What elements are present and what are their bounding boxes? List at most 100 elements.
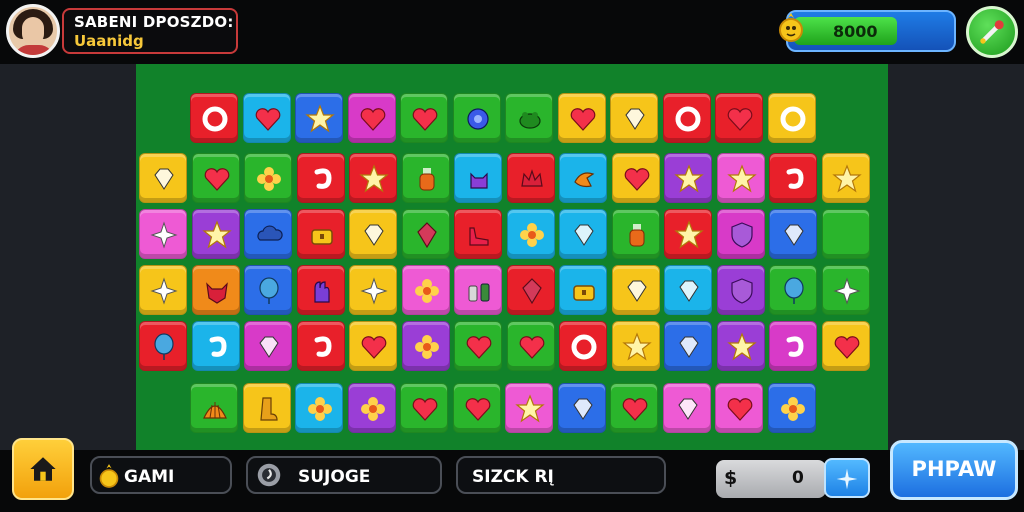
tile-flower[interactable] bbox=[348, 383, 396, 433]
tile-flower[interactable] bbox=[507, 209, 555, 259]
tile-flower[interactable] bbox=[402, 265, 450, 315]
tile-heart[interactable] bbox=[348, 93, 396, 143]
tile-sparkle[interactable] bbox=[139, 209, 187, 259]
tile-gem[interactable] bbox=[664, 265, 712, 315]
tile-heart[interactable] bbox=[454, 321, 502, 371]
tile-star[interactable] bbox=[505, 383, 553, 433]
tile-heart[interactable] bbox=[453, 383, 501, 433]
hook-icon bbox=[314, 336, 332, 357]
heart-icon bbox=[412, 108, 438, 131]
tile-heart[interactable] bbox=[349, 321, 397, 371]
tile-crystal[interactable] bbox=[402, 209, 450, 259]
tile-gem[interactable] bbox=[663, 383, 711, 433]
tile-hook[interactable] bbox=[297, 153, 345, 203]
tile-crystal[interactable] bbox=[507, 265, 555, 315]
tile-cloud[interactable] bbox=[244, 209, 292, 259]
tile-flower[interactable] bbox=[295, 383, 343, 433]
star-icon bbox=[674, 220, 704, 249]
tile-bottles[interactable] bbox=[454, 265, 502, 315]
tile-star[interactable] bbox=[664, 209, 712, 259]
tile-heart[interactable] bbox=[558, 93, 606, 143]
star-icon bbox=[832, 164, 862, 193]
player-name-box[interactable]: SABENI DPOSZDO: Uaanidg bbox=[62, 8, 238, 54]
tile-blank[interactable] bbox=[822, 209, 870, 259]
game-pill[interactable]: GAMI bbox=[90, 456, 232, 494]
tile-gem[interactable] bbox=[664, 321, 712, 371]
score-pill[interactable]: SUJOGE bbox=[246, 456, 442, 494]
settings-button[interactable] bbox=[966, 6, 1018, 58]
tile-shell[interactable] bbox=[190, 383, 238, 433]
hook-icon bbox=[786, 336, 804, 357]
tile-gem[interactable] bbox=[612, 265, 660, 315]
tile-chest[interactable] bbox=[559, 265, 607, 315]
tile-heart[interactable] bbox=[715, 383, 763, 433]
tile-gem[interactable] bbox=[244, 321, 292, 371]
tile-heart[interactable] bbox=[243, 93, 291, 143]
tile-shoe[interactable] bbox=[454, 209, 502, 259]
tile-balloon[interactable] bbox=[244, 265, 292, 315]
tile-star[interactable] bbox=[349, 153, 397, 203]
tile-fox[interactable] bbox=[192, 265, 240, 315]
tile-bottle[interactable] bbox=[402, 153, 450, 203]
tile-frog[interactable] bbox=[505, 93, 553, 143]
tile-sparkle[interactable] bbox=[139, 265, 187, 315]
tile-star[interactable] bbox=[295, 93, 343, 143]
tile-boot[interactable] bbox=[243, 383, 291, 433]
tile-crown[interactable] bbox=[507, 153, 555, 203]
tile-star[interactable] bbox=[612, 321, 660, 371]
player-avatar[interactable] bbox=[6, 4, 60, 58]
tile-gem[interactable] bbox=[769, 209, 817, 259]
tile-gem[interactable] bbox=[610, 93, 658, 143]
tile-chest[interactable] bbox=[297, 209, 345, 259]
tile-balloon[interactable] bbox=[139, 321, 187, 371]
tile-sparkle[interactable] bbox=[349, 265, 397, 315]
tile-bottle[interactable] bbox=[612, 209, 660, 259]
tile-heart[interactable] bbox=[610, 383, 658, 433]
stack-pill[interactable]: SIZCK RĮ bbox=[456, 456, 666, 494]
tile-gem[interactable] bbox=[559, 209, 607, 259]
tile-star[interactable] bbox=[192, 209, 240, 259]
heart-icon bbox=[727, 108, 753, 131]
tile-heart[interactable] bbox=[715, 93, 763, 143]
heart-icon bbox=[466, 336, 492, 359]
tile-cat[interactable] bbox=[454, 153, 502, 203]
bottles-icon bbox=[468, 283, 490, 302]
tile-gem[interactable] bbox=[558, 383, 606, 433]
tile-hook[interactable] bbox=[192, 321, 240, 371]
add-money-button[interactable] bbox=[824, 458, 870, 498]
tile-star[interactable] bbox=[717, 321, 765, 371]
tile-ring[interactable] bbox=[559, 321, 607, 371]
tile-flower[interactable] bbox=[244, 153, 292, 203]
tile-shield[interactable] bbox=[717, 265, 765, 315]
tile-hook[interactable] bbox=[297, 321, 345, 371]
tile-glove[interactable] bbox=[297, 265, 345, 315]
tile-heart[interactable] bbox=[507, 321, 555, 371]
home-button[interactable] bbox=[12, 438, 74, 500]
tile-star[interactable] bbox=[717, 153, 765, 203]
tile-heart[interactable] bbox=[822, 321, 870, 371]
tile-heart[interactable] bbox=[612, 153, 660, 203]
tile-flower[interactable] bbox=[402, 321, 450, 371]
tile-star[interactable] bbox=[822, 153, 870, 203]
tile-gem[interactable] bbox=[349, 209, 397, 259]
tile-bird[interactable] bbox=[559, 153, 607, 203]
tile-heart[interactable] bbox=[192, 153, 240, 203]
tile-heart[interactable] bbox=[400, 383, 448, 433]
action-button[interactable]: PHPAW bbox=[890, 440, 1018, 500]
tile-hook[interactable] bbox=[769, 153, 817, 203]
gem-icon bbox=[679, 336, 699, 358]
tile-ring[interactable] bbox=[768, 93, 816, 143]
tile-hook[interactable] bbox=[769, 321, 817, 371]
tile-balloon[interactable] bbox=[769, 265, 817, 315]
star-icon bbox=[515, 394, 545, 423]
tile-flower[interactable] bbox=[768, 383, 816, 433]
tile-ring[interactable] bbox=[663, 93, 711, 143]
tile-star[interactable] bbox=[664, 153, 712, 203]
tile-gem[interactable] bbox=[139, 153, 187, 203]
tile-shield[interactable] bbox=[717, 209, 765, 259]
currency-bar[interactable]: 8000 bbox=[786, 10, 956, 52]
tile-ring[interactable] bbox=[190, 93, 238, 143]
tile-heart[interactable] bbox=[400, 93, 448, 143]
tile-gear[interactable] bbox=[453, 93, 501, 143]
tile-sparkle[interactable] bbox=[822, 265, 870, 315]
